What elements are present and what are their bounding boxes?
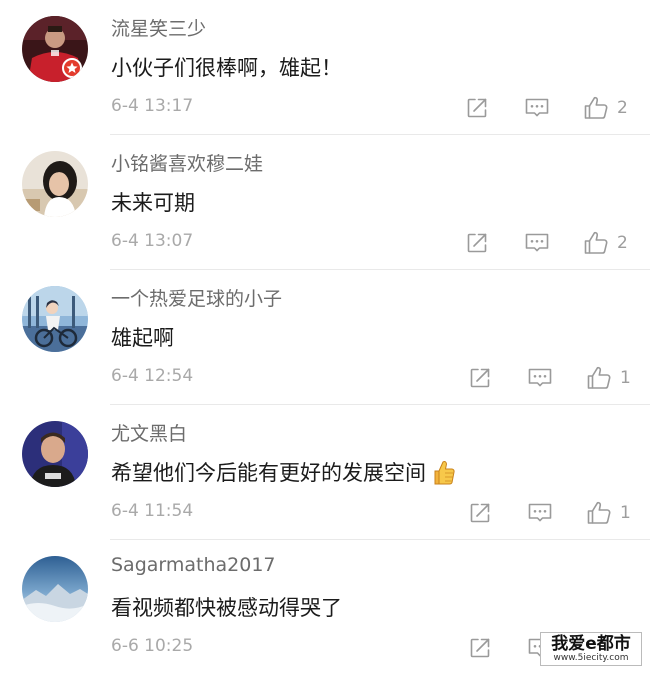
like-button[interactable]: 2	[583, 229, 628, 257]
comment-text-body: 小伙子们很棒啊，雄起！	[111, 56, 342, 80]
comment-username[interactable]: Sagarmatha2017	[111, 554, 276, 576]
comment-icon	[524, 231, 550, 255]
reply-button[interactable]	[524, 94, 550, 122]
like-count: 2	[617, 98, 628, 118]
comment-text-body: 未来可期	[111, 191, 195, 215]
user-avatar[interactable]	[22, 151, 88, 217]
like-button[interactable]: 1	[586, 364, 631, 392]
user-avatar-anime-cyclist-icon	[22, 286, 88, 352]
thumbs-up-icon	[586, 500, 612, 526]
user-avatar-mountain-icon	[22, 556, 88, 622]
share-icon	[465, 96, 489, 120]
user-avatar-girl-icon	[22, 151, 88, 217]
comment-item: 小铭酱喜欢穆二娃 未来可期 6-4 13:07 2	[0, 135, 650, 270]
user-avatar-red-jersey-icon	[22, 16, 88, 82]
share-button[interactable]	[465, 94, 489, 122]
comment-text-body: 看视频都快被感动得哭了	[111, 596, 342, 620]
watermark-url: www.5iecity.com	[553, 653, 629, 663]
comment-timestamp: 6-4 11:54	[111, 501, 194, 521]
share-icon	[468, 501, 492, 525]
like-count: 1	[620, 368, 631, 388]
thumbs-up-emoji-icon	[434, 461, 455, 485]
comment-text: 未来可期	[111, 187, 195, 217]
like-button[interactable]: 2	[583, 94, 628, 122]
user-avatar-man-icon	[22, 421, 88, 487]
comment-text: 小伙子们很棒啊，雄起！	[111, 52, 342, 82]
comment-item: 尤文黑白 希望他们今后能有更好的发展空间 6-4 11:54 1	[0, 405, 650, 540]
share-icon	[468, 636, 492, 660]
comment-icon	[527, 501, 553, 525]
watermark-logo-text: 我爱e都市	[551, 634, 631, 654]
comment-text: 雄起啊	[111, 322, 174, 352]
comment-item: 流星笑三少 小伙子们很棒啊，雄起！ 6-4 13:17 2	[0, 0, 650, 135]
reply-button[interactable]	[527, 364, 553, 392]
thumbs-up-icon	[586, 365, 612, 391]
thumbs-up-icon	[583, 230, 609, 256]
user-avatar[interactable]	[22, 16, 88, 82]
comment-username[interactable]: 小铭酱喜欢穆二娃	[111, 149, 263, 176]
like-count: 1	[620, 503, 631, 523]
share-button[interactable]	[468, 499, 492, 527]
reply-button[interactable]	[527, 499, 553, 527]
thumbs-up-icon	[583, 95, 609, 121]
comment-text-body: 雄起啊	[111, 326, 174, 350]
comment-timestamp: 6-4 13:17	[111, 96, 194, 116]
reply-button[interactable]	[524, 229, 550, 257]
share-button[interactable]	[465, 229, 489, 257]
user-avatar[interactable]	[22, 286, 88, 352]
comment-text: 希望他们今后能有更好的发展空间	[111, 457, 456, 487]
share-button[interactable]	[468, 634, 492, 662]
comment-item: 一个热爱足球的小子 雄起啊 6-4 12:54 1	[0, 270, 650, 405]
user-avatar[interactable]	[22, 421, 88, 487]
comment-icon	[527, 366, 553, 390]
comment-username[interactable]: 一个热爱足球的小子	[111, 284, 282, 311]
comment-icon	[524, 96, 550, 120]
comment-timestamp: 6-4 13:07	[111, 231, 194, 251]
comment-list: 流星笑三少 小伙子们很棒啊，雄起！ 6-4 13:17 2 小铭酱喜欢穆二娃 未…	[0, 0, 650, 670]
share-button[interactable]	[468, 364, 492, 392]
comment-text-body: 希望他们今后能有更好的发展空间	[111, 461, 426, 485]
share-icon	[465, 231, 489, 255]
comment-username[interactable]: 流星笑三少	[111, 14, 206, 41]
comment-username[interactable]: 尤文黑白	[111, 419, 187, 446]
like-count: 2	[617, 233, 628, 253]
comment-text: 看视频都快被感动得哭了	[111, 592, 342, 622]
comment-timestamp: 6-4 12:54	[111, 366, 194, 386]
comment-timestamp: 6-6 10:25	[111, 636, 194, 656]
user-avatar[interactable]	[22, 556, 88, 622]
like-button[interactable]: 1	[586, 499, 631, 527]
share-icon	[468, 366, 492, 390]
site-watermark: 我爱e都市 www.5iecity.com	[540, 632, 642, 666]
